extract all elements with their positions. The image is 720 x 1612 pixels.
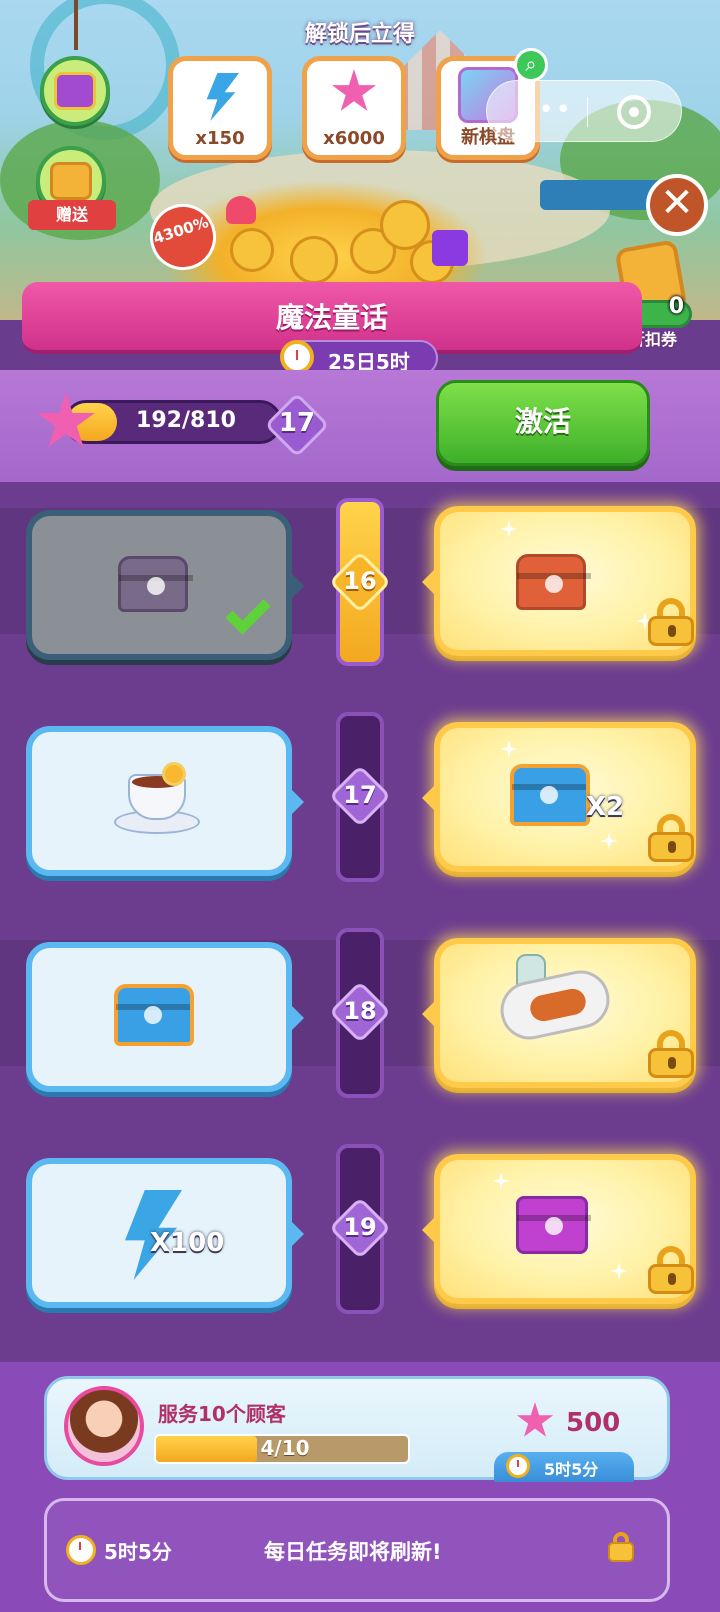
premium-reward-card[interactable] [422, 506, 696, 656]
reward-count: x6000 [323, 128, 385, 149]
pink-star-icon [331, 69, 377, 111]
gift-label: 赠送 [28, 200, 116, 230]
claimed-check-icon [225, 589, 271, 635]
free-reward-card[interactable] [26, 942, 304, 1092]
capsule-divider [587, 97, 588, 127]
blue-chest-icon [510, 764, 590, 826]
coupon-count: 0 [668, 294, 684, 319]
blue-chest-icon [114, 984, 194, 1046]
level-number: 17 [343, 781, 377, 809]
task-timer: 5时5分 [494, 1452, 634, 1482]
treasure-chest-icon [54, 72, 96, 110]
card-pointer [290, 1004, 304, 1032]
level-number: 19 [343, 1213, 377, 1241]
close-miniprogram-icon[interactable] [617, 95, 651, 129]
mini-program-capsule: ••• [486, 80, 682, 142]
lock-icon [648, 1246, 694, 1294]
activate-button[interactable]: 激活 [436, 380, 650, 466]
coin-icon [290, 236, 338, 284]
more-menu-icon[interactable]: ••• [521, 95, 573, 125]
close-button[interactable]: ✕ [646, 174, 708, 236]
premium-reward-card[interactable]: X2 [422, 722, 696, 872]
food-plate-icon [495, 954, 615, 1045]
alarm-clock-icon [506, 1454, 530, 1478]
card-pointer [422, 1000, 436, 1028]
chest-offer-button[interactable] [40, 56, 110, 126]
card-pointer [290, 788, 304, 816]
task-timer-text: 5时5分 [544, 1460, 599, 1479]
reward-multiplier: X2 [586, 792, 625, 822]
level-node: 19 [328, 1196, 392, 1260]
heart-icon [226, 196, 256, 224]
free-reward-card[interactable]: X100 [26, 1158, 304, 1308]
sparkle-icon [500, 740, 518, 758]
current-level-number: 17 [278, 408, 316, 438]
sparkle-icon [492, 1172, 510, 1190]
task-title: 服务10个顾客 [158, 1402, 286, 1426]
reward-multiplier: X100 [150, 1228, 225, 1258]
zoom-icon[interactable]: ⌕ [514, 48, 548, 82]
purple-chest-icon [118, 556, 193, 612]
refresh-message: 每日任务即将刷新! [264, 1540, 442, 1564]
unlock-reward-star[interactable]: x6000 [302, 56, 406, 160]
alarm-clock-icon [280, 340, 314, 374]
card-pointer [422, 568, 436, 596]
reward-track[interactable]: 16 17 X2 18 X100 19 [0, 482, 720, 1362]
premium-reward-card[interactable] [422, 938, 696, 1088]
premium-reward-card[interactable] [422, 1154, 696, 1304]
lock-icon [648, 814, 694, 862]
customer-avatar [64, 1386, 144, 1466]
free-reward-card[interactable] [26, 510, 304, 660]
rope-decoration [74, 0, 78, 50]
level-node: 17 [328, 764, 392, 828]
card-pointer [290, 1220, 304, 1248]
purple-gem-icon [432, 230, 468, 266]
level-node: 16 [328, 550, 392, 614]
coupon-ticket-icon [50, 162, 92, 200]
sparkle-icon [600, 832, 618, 850]
alarm-clock-icon [66, 1535, 96, 1565]
task-reward-value: 500 [566, 1408, 621, 1438]
lock-icon [608, 1532, 634, 1562]
coin-icon [230, 228, 274, 272]
lock-icon [648, 598, 694, 646]
task-progress-text: 4/10 [260, 1436, 310, 1460]
level-number: 18 [343, 997, 377, 1025]
lock-icon [648, 1030, 694, 1078]
reward-count: x150 [195, 128, 245, 149]
star-progress-text: 192/810 [136, 408, 236, 433]
red-chest-icon [516, 554, 591, 610]
energy-bolt-icon [206, 73, 239, 121]
level-node: 18 [328, 980, 392, 1044]
sparkle-icon [500, 520, 518, 538]
card-pointer [422, 1216, 436, 1244]
card-pointer [290, 572, 304, 600]
card-pointer [422, 784, 436, 812]
level-number: 16 [343, 567, 377, 595]
sparkle-icon [610, 1262, 628, 1280]
refresh-countdown: 5时5分 [104, 1540, 172, 1564]
purple-box-icon [516, 1196, 591, 1254]
lemon-tea-icon [114, 762, 200, 834]
event-title: 魔法童话 [275, 301, 388, 334]
unlock-rewards-title: 解锁后立得 [304, 22, 415, 47]
free-reward-card[interactable] [26, 726, 304, 876]
unlock-reward-energy[interactable]: x150 [168, 56, 272, 160]
